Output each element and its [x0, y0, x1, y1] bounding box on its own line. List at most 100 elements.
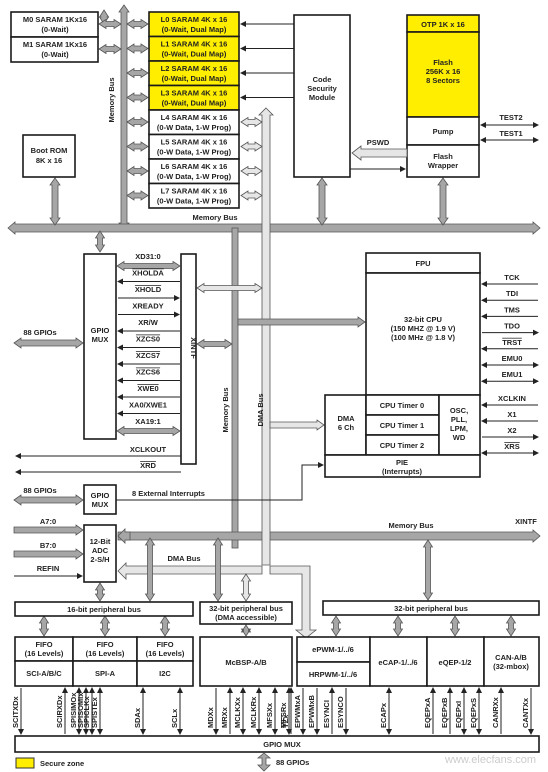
bus16-periph-link-0: [38, 615, 50, 637]
memory-bus-label-left: Memory Bus: [107, 77, 116, 122]
cpu-freq2: (100 MHz @ 1.8 V): [391, 333, 456, 342]
fifo-levels-sci: (16 Levels): [25, 649, 64, 658]
flash-sectors: 8 Sectors: [426, 76, 460, 85]
bus32dma-mcbsp-link: [240, 624, 252, 637]
l5-membus-link: [126, 141, 149, 152]
dma-label: DMA: [337, 414, 355, 423]
test-pins: TEST2 TEST1: [480, 113, 539, 143]
xintf-signals: XD31:0 XHOLDA XHOLD XREADY XR/W XZCS0 XZCS7 XZC…: [116, 252, 181, 437]
l2-saram: L2 SARAM 4K x 16(0-Wait, Dual Map): [148, 60, 294, 87]
bus32-periph-link-0: [330, 615, 342, 637]
b70-arrow: [13, 548, 84, 560]
memory-bus-label-top: Memory Bus: [192, 213, 237, 222]
otp-label: OTP 1K x 16: [421, 20, 465, 29]
cpu-pin-x2-label: X2: [507, 426, 516, 435]
fifo-label-sci: FIFO: [35, 640, 52, 649]
eqep-block: eQEP-1/2: [426, 636, 485, 687]
timer2-label: CPU Timer 2: [380, 441, 424, 450]
m1-label: M1 SARAM 1Kx16: [23, 40, 87, 49]
i2c-block: FIFO (16 Levels) I2C: [136, 636, 194, 687]
m1-bus-link: [98, 43, 122, 55]
pin-epwmxa-label: EPWMxA: [293, 694, 302, 728]
pin-cantxx-label: CANTXx: [521, 697, 530, 728]
external-interrupts: 8 External Interrupts: [116, 462, 324, 501]
xsig-9-label: XA0/XWE1: [129, 401, 167, 410]
gpio-mux2-88-gpios: [13, 494, 84, 506]
csm-line3: Module: [309, 93, 335, 102]
fifo-levels-i2c: (16 Levels): [146, 649, 185, 658]
dma-channels: 6 Ch: [338, 423, 355, 432]
bus32-periph-link-3: [505, 615, 517, 637]
refin-label: REFIN: [37, 564, 60, 573]
gpio-mux-bottom: GPIO MUX: [14, 735, 540, 753]
l3-saram: L3 SARAM 4K x 16(0-Wait, Dual Map): [148, 84, 294, 111]
bus-32bit-dma: 32-bit peripheral bus (DMA accessible): [199, 601, 293, 625]
fpu-label: FPU: [416, 259, 431, 268]
l4-saram: L4 SARAM 4K x 16(0-W Data, 1-W Prog): [148, 109, 240, 136]
cpu-pin-xrs-label: XRS: [504, 442, 519, 451]
l6-dmabus-link: [240, 165, 263, 177]
dmabus-bus32dma-link: [240, 573, 252, 602]
pin-sclx-label: SCLx: [170, 708, 179, 728]
cpu-label: 32-bit CPU: [404, 315, 442, 324]
pin-mdxx-label: MDXx: [206, 706, 215, 728]
xsig-5-label: XZCS0: [136, 335, 160, 344]
pin-epwmxb-label: EPWMxB: [307, 694, 316, 728]
l3-membus-link: [126, 92, 149, 103]
membus-bus32-link: [422, 539, 434, 601]
fifo-levels-spi: (16 Levels): [86, 649, 125, 658]
l0-membus-link: [126, 18, 149, 30]
l5-saram: L5 SARAM 4K x 16(0-W Data, 1-W Prog): [148, 133, 240, 160]
pin-scirxdx-label: SCIRXDx: [55, 695, 64, 728]
gpio-mux-xintf: GPIO MUX: [83, 253, 117, 440]
pin-mclkxx-label: MCLKXx: [233, 696, 242, 728]
xsig-8-label: XWE0: [137, 384, 158, 393]
bus-16bit: 16-bit peripheral bus: [14, 601, 194, 617]
l5-dmabus-link: [240, 141, 263, 152]
xclkout-signal: XCLKOUT: [15, 445, 181, 459]
pin-mrxx-label: MRXx: [220, 706, 229, 728]
m0-sub: (0-Wait): [41, 25, 69, 34]
osc-l3: LPM,: [450, 424, 468, 433]
gpio-mux2-l2: MUX: [92, 500, 109, 509]
l2-membus-link: [126, 67, 149, 79]
gpio-mux-bottom-label: GPIO MUX: [263, 740, 301, 749]
spi-label: SPI-A: [95, 669, 116, 678]
boot-rom: Boot ROM 8K x 16: [22, 134, 76, 178]
dma-bus-label-vertical: DMA Bus: [256, 393, 265, 426]
l2-sub: (0-Wait, Dual Map): [162, 74, 227, 83]
xsig-6-label: XZCS7: [136, 351, 160, 360]
pin-tzx-label: TZx: [281, 714, 290, 728]
gpio-mux-l1: GPIO: [91, 326, 110, 335]
pin-mclkrx-label: MCLKRx: [249, 696, 258, 728]
l5-sub: (0-W Data, 1-W Prog): [157, 148, 232, 157]
can-label: CAN-A/B: [495, 653, 527, 662]
l1-membus-link: [126, 43, 149, 54]
dma-bus-label: DMA Bus: [167, 554, 200, 563]
pump-label: Pump: [433, 127, 454, 136]
l7-membus-link: [126, 190, 149, 201]
pin-ecapx-label: ECAPx: [379, 702, 388, 728]
i2c-label: I2C: [159, 669, 171, 678]
l-saram-stack: L0 SARAM 4K x 16(0-Wait, Dual Map)L1 SAR…: [148, 11, 294, 209]
l6-saram: L6 SARAM 4K x 16(0-W Data, 1-W Prog): [148, 158, 240, 185]
cpu-pin-x1-label: X1: [507, 410, 516, 419]
bus-32bit: 32-bit peripheral bus: [322, 600, 540, 616]
adc-l2: ADC: [92, 546, 109, 555]
cpu-pins: TCK TDI TMS TDO TRST EMU0 EMU1 XCLKIN X1 X2 XRS: [481, 273, 539, 456]
l1-label: L1 SARAM 4K x 16: [161, 40, 228, 49]
l4-membus-link: [126, 116, 149, 128]
eqep-label: eQEP-1/2: [439, 658, 472, 667]
bus32-periph-link-1: [392, 615, 404, 637]
ext-int-label: 8 External Interrupts: [132, 489, 205, 498]
gpio-mux-88-gpios: [13, 337, 84, 349]
flash-bus-link: [437, 177, 449, 226]
test1-label: TEST1: [499, 129, 522, 138]
mcbsp-label: McBSP-A/B: [225, 658, 267, 667]
memory-bus-horizontal-lower: [117, 529, 541, 543]
l7-sub: (0-W Data, 1-W Prog): [157, 197, 232, 206]
pie-sub: (Interrupts): [382, 467, 423, 476]
xsig-1-label: XHOLDA: [132, 269, 164, 278]
pie-label: PIE: [396, 458, 408, 467]
code-security-module: Code Security Module: [293, 14, 351, 178]
